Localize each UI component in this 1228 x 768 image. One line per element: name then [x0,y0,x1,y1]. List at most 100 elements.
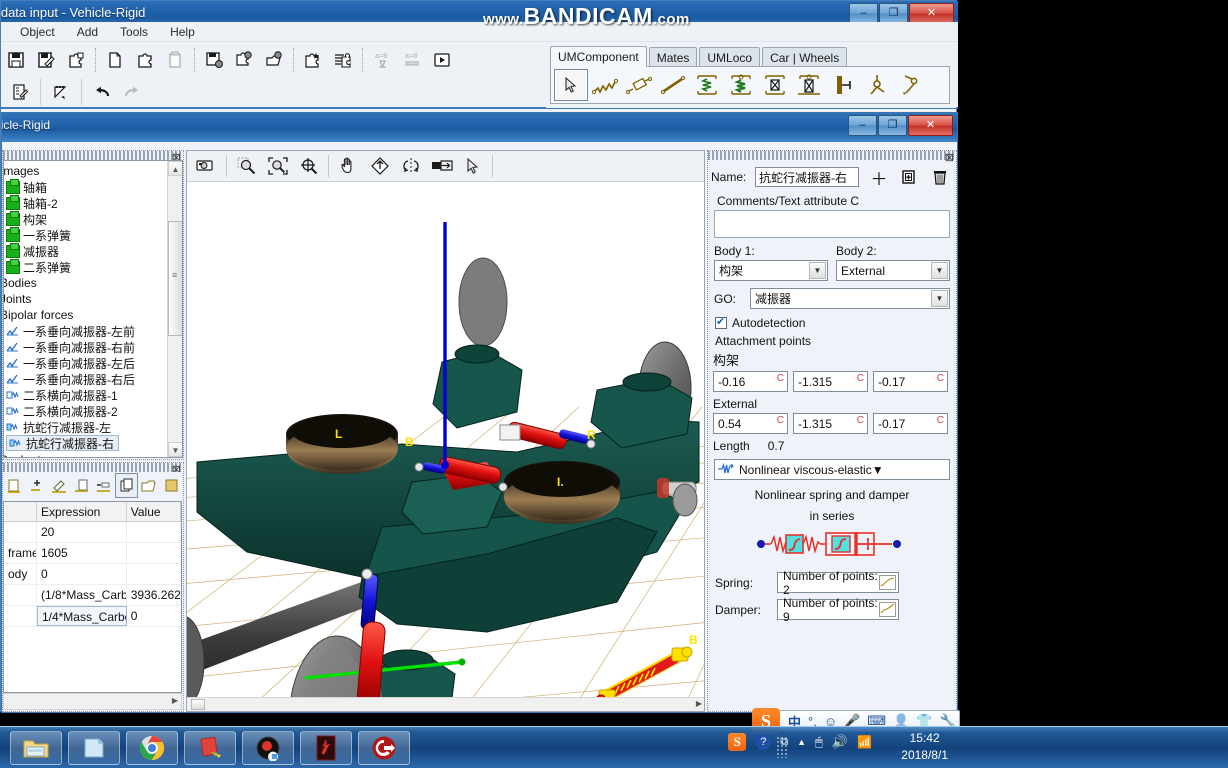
point2-z-input[interactable]: -0.17 C [873,413,948,434]
media-player-icon[interactable] [242,731,294,765]
force-type-select[interactable]: Nonlinear viscous-elastic ▼ [714,459,950,480]
tree-item-image[interactable]: 轴箱-2 [4,194,170,211]
menu-add[interactable]: Add [66,23,109,41]
damper-points-field[interactable]: Number of points: 9 [777,596,899,624]
tree-item-bipolar-damper-selected[interactable]: 抗蛇行减振器-右 [6,435,119,451]
bushing-icon[interactable] [758,69,792,101]
scrollbar-thumb[interactable] [168,221,182,336]
sogou-icon[interactable]: S [728,733,747,751]
measure-icon[interactable] [426,152,457,180]
coord-flag-icon[interactable]: C [857,415,864,426]
tree-item-bipolar-damper[interactable]: 二系横向减振器-1 [4,387,170,403]
expr-copy-icon[interactable] [115,473,139,498]
menu-object[interactable]: Object [9,23,66,41]
chevron-down-icon[interactable]: ▼ [809,262,826,279]
chevron-down-icon[interactable]: ▼ [931,262,948,279]
table-row[interactable]: ody 0 [4,564,181,585]
menu-tools[interactable]: Tools [109,23,159,41]
object-tree[interactable]: Images 轴箱 轴箱-2 构架 一系弹簧 减振器 二系弹簧 Bodies J… [3,160,183,458]
file-explorer-icon[interactable] [10,731,62,765]
tree-group-images[interactable]: Images [4,163,170,179]
panel-drag-grip[interactable] [3,463,183,472]
tree-item-bipolar-force[interactable]: 一系垂向减振器-右后 [4,371,170,387]
paste-icon[interactable] [160,45,190,75]
expressions-horizontal-scrollbar[interactable] [3,693,182,710]
coord-flag-icon[interactable]: C [857,373,864,384]
camera-icon[interactable] [191,152,222,180]
scrollbar-thumb[interactable] [191,699,205,710]
tree-group-bodies[interactable]: Bodies [4,275,170,291]
tree-item-bipolar-damper[interactable]: 抗蛇行减振器-左 [4,419,170,435]
mirror-icon[interactable] [395,152,426,180]
tree-group-scalar-torques[interactable]: Scalar torques [4,452,170,458]
coord-flag-icon[interactable]: C [777,373,784,384]
tree-item-image[interactable]: 一系弹簧 [4,226,170,243]
tree-item-bipolar-damper[interactable]: 二系横向减振器-2 [4,403,170,419]
body2-select[interactable]: External ▼ [836,260,950,281]
scroll-up-arrow-icon[interactable]: ▲ [168,161,182,176]
list-puzzle-icon[interactable] [328,45,358,75]
edit-list-icon[interactable] [5,77,35,107]
puzzle-save-icon[interactable] [61,45,91,75]
puzzle-new-icon[interactable] [298,45,328,75]
delete-element-icon[interactable] [927,165,953,189]
expr-import-icon[interactable] [70,473,92,498]
save-as-icon[interactable] [31,45,61,75]
select-arrow-icon[interactable] [457,152,488,180]
go-select[interactable]: 减振器 ▼ [750,288,950,309]
spring-points-field[interactable]: Number of points: 2 [777,569,899,597]
panel-drag-grip[interactable] [3,151,183,160]
zoom-fit-icon[interactable] [262,152,293,180]
volume-icon[interactable]: 🔊 [832,734,848,750]
expr-edit-icon[interactable] [48,473,70,498]
bushing-alt-icon[interactable] [792,69,826,101]
rotate-icon[interactable] [364,152,395,180]
damper-curve-editor-icon[interactable] [879,602,896,617]
save-icon[interactable] [1,45,31,75]
child-minimize-button[interactable]: – [848,115,877,136]
expr-remove-icon[interactable] [93,473,115,498]
duplicate-element-icon[interactable] [895,165,921,189]
taskbar-clock[interactable]: 15:42 2018/8/1 [901,730,948,764]
autodetection-checkbox[interactable] [715,315,727,329]
equation-bar-icon[interactable]: a=0 [397,45,427,75]
menu-help[interactable]: Help [159,23,206,41]
undo-icon[interactable] [87,77,117,107]
minimize-button[interactable]: – [849,3,878,24]
chevron-down-icon[interactable]: ▼ [931,290,948,307]
tab-umcomponent[interactable]: UMComponent [550,46,647,67]
child-close-button[interactable]: ✕ [908,115,953,136]
notepad-icon[interactable] [68,731,120,765]
child-maximize-button[interactable]: ❐ [878,115,907,136]
add-element-icon[interactable]: ＋ [866,165,892,189]
um-software-icon[interactable] [358,731,410,765]
cell-expression[interactable]: (1/8*Mass_Carbod [37,585,127,605]
zoom-window-icon[interactable] [231,152,262,180]
equation-flask-icon[interactable]: a=0 [367,45,397,75]
table-row[interactable]: (1/8*Mass_Carbod 3936.262 [4,585,181,606]
maximize-button[interactable]: ❐ [879,3,908,24]
pan-hand-icon[interactable] [333,152,364,180]
tree-item-bipolar-force[interactable]: 一系垂向减振器-左后 [4,355,170,371]
expr-new-icon[interactable] [3,473,25,498]
autodetection-row[interactable]: Autodetection [715,315,953,330]
tab-mates[interactable]: Mates [648,47,698,67]
close-button[interactable]: ✕ [909,3,954,24]
cell-expression[interactable]: 20 [37,522,127,542]
tree-group-joints[interactable]: Joints [4,291,170,307]
panel-drag-grip[interactable] [708,151,956,160]
save-object-icon[interactable] [199,45,229,75]
device-icon[interactable]: 🖱 [815,734,823,750]
tree-scrollbar[interactable]: ▲ ▼ [167,161,182,457]
rod-element-icon[interactable] [656,69,690,101]
joint-alt-icon[interactable] [894,69,928,101]
pointer-tool-icon[interactable] [554,69,588,101]
spring-pair-alt-icon[interactable] [724,69,758,101]
table-row[interactable]: 20 [4,522,181,543]
point1-y-input[interactable]: -1.315 C [793,371,868,392]
scroll-down-arrow-icon[interactable]: ▼ [168,442,182,457]
chrome-icon[interactable] [126,731,178,765]
edit-pencil-icon[interactable] [46,77,76,107]
name-input[interactable]: 抗蛇行减振器-右 [755,167,859,187]
cell-expression[interactable]: 0 [37,564,127,584]
